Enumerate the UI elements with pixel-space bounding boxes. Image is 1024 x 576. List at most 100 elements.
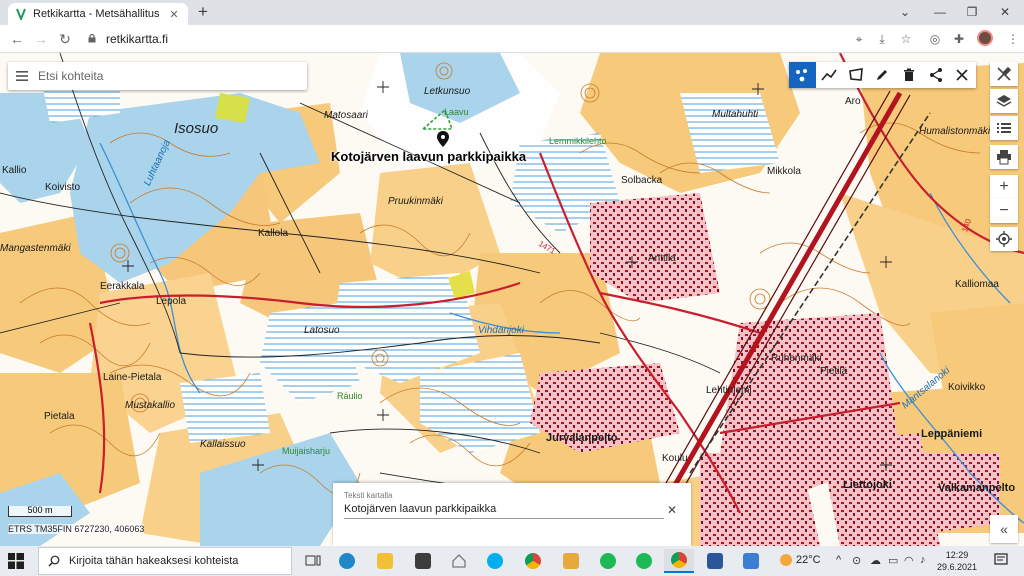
tools-icon bbox=[997, 66, 1012, 81]
place-label: Mangastenmäki bbox=[0, 243, 71, 254]
delete-tool[interactable] bbox=[896, 62, 923, 88]
volume-icon[interactable]: ♪ bbox=[920, 554, 926, 566]
place-label: Aro bbox=[845, 96, 861, 107]
cloud-icon[interactable]: ☁ bbox=[870, 554, 881, 567]
edit-tool[interactable] bbox=[869, 62, 896, 88]
place-label: Jurvalanpelto bbox=[546, 432, 618, 444]
close-icon[interactable]: ✕ bbox=[667, 503, 677, 517]
pencil-icon bbox=[877, 70, 888, 80]
edge-browser-icon[interactable] bbox=[332, 549, 362, 573]
task-view-icon[interactable] bbox=[298, 549, 328, 573]
close-icon bbox=[956, 69, 969, 81]
system-clock[interactable]: 12:29 29.6.2021 bbox=[932, 549, 982, 573]
search-icon bbox=[48, 555, 60, 567]
place-label: Lemmikkilehto bbox=[549, 136, 607, 146]
taskbar-search-text: Kirjoita tähän hakeaksesi kohteista bbox=[69, 555, 239, 567]
word-icon[interactable] bbox=[700, 549, 730, 573]
network-icon[interactable]: ⊙ bbox=[852, 554, 861, 567]
crosshair-icon bbox=[996, 231, 1012, 247]
zoom-out-button[interactable]: − bbox=[990, 199, 1018, 223]
hamburger-menu-icon[interactable] bbox=[15, 69, 29, 83]
place-label: Kallola bbox=[258, 228, 289, 239]
close-drawing-button[interactable] bbox=[949, 62, 976, 88]
draw-point-tool[interactable] bbox=[789, 62, 816, 88]
place-label: Humalistonmäki bbox=[919, 126, 991, 137]
place-label: Lepola bbox=[156, 296, 187, 307]
layers-button[interactable] bbox=[990, 89, 1018, 113]
tab-search-icon[interactable]: ⌄ bbox=[893, 3, 917, 21]
coordinates-readout: ETRS TM35FIN 6727230, 406063 bbox=[8, 524, 145, 534]
map-search-input[interactable] bbox=[38, 67, 298, 85]
chrome-icon[interactable] bbox=[518, 549, 548, 573]
place-label: Koivisto bbox=[45, 182, 81, 193]
windows-start-icon[interactable] bbox=[8, 553, 24, 569]
close-window-button[interactable]: ✕ bbox=[993, 3, 1017, 21]
legend-button[interactable] bbox=[990, 116, 1018, 140]
place-label: Matosaari bbox=[324, 110, 368, 121]
tools-button[interactable] bbox=[990, 62, 1018, 86]
points-icon bbox=[796, 69, 808, 82]
chrome-active-icon[interactable] bbox=[664, 549, 694, 573]
share-icon bbox=[929, 68, 942, 82]
spotify-secondary-icon[interactable] bbox=[629, 549, 659, 573]
zoom-in-button[interactable]: + bbox=[990, 175, 1018, 199]
layers-icon bbox=[996, 95, 1012, 107]
forward-arrow-icon[interactable]: → bbox=[32, 30, 50, 48]
wifi-icon[interactable]: ◠ bbox=[904, 554, 914, 567]
draw-area-tool[interactable] bbox=[842, 62, 869, 88]
clock-date: 29.6.2021 bbox=[936, 562, 978, 572]
place-label: Leppäniemi bbox=[921, 428, 983, 440]
minimize-window-button[interactable]: — bbox=[928, 3, 952, 21]
battery-icon[interactable]: ▭ bbox=[888, 554, 898, 567]
tab-close-icon[interactable]: ✕ bbox=[166, 8, 182, 21]
reload-icon[interactable]: ↻ bbox=[56, 30, 74, 48]
system-app-icon[interactable] bbox=[736, 549, 766, 573]
print-button[interactable] bbox=[990, 145, 1018, 169]
locate-me-button[interactable] bbox=[990, 227, 1018, 251]
skype-icon[interactable] bbox=[480, 549, 510, 573]
temperature-label: 22°C bbox=[796, 554, 821, 566]
map-base-layer bbox=[0, 53, 1024, 546]
weather-widget[interactable]: 22°C bbox=[780, 554, 821, 566]
windows-taskbar: Kirjoita tähän hakeaksesi kohteista 22°C… bbox=[0, 546, 1024, 576]
share-tool[interactable] bbox=[922, 62, 949, 88]
polyline-icon bbox=[821, 69, 837, 81]
notes-app-icon[interactable] bbox=[556, 549, 586, 573]
place-label: Pietala bbox=[44, 411, 75, 422]
draw-line-tool[interactable] bbox=[816, 62, 843, 88]
collapse-panel-button[interactable]: « bbox=[990, 515, 1018, 543]
bookmark-star-icon[interactable]: ☆ bbox=[897, 30, 915, 48]
taskbar-search-box[interactable]: Kirjoita tähän hakeaksesi kohteista bbox=[38, 547, 292, 575]
place-label: Koivikko bbox=[948, 382, 986, 393]
place-label: Solbacka bbox=[621, 175, 663, 186]
restore-window-button[interactable]: ❐ bbox=[960, 3, 984, 21]
place-label: Anttila bbox=[648, 253, 676, 264]
store-icon[interactable] bbox=[408, 549, 438, 573]
notifications-icon[interactable] bbox=[994, 553, 1008, 567]
profile-avatar[interactable] bbox=[977, 30, 993, 46]
extension-circle-icon[interactable]: ◎ bbox=[926, 30, 944, 48]
address-bar[interactable]: retkikartta.fi bbox=[80, 28, 920, 50]
spotify-icon[interactable] bbox=[593, 549, 623, 573]
url-text: retkikartta.fi bbox=[106, 32, 169, 46]
install-app-icon[interactable]: ⤓ bbox=[873, 30, 891, 48]
new-tab-button[interactable]: + bbox=[194, 3, 212, 21]
show-hidden-icons-icon[interactable]: ^ bbox=[836, 554, 841, 566]
metsahallitus-favicon-icon bbox=[16, 8, 26, 20]
browser-toolbar: ← → ↻ retkikartta.fi ⌖ ⤓ ☆ ◎ ✚ ⋮ bbox=[0, 25, 1024, 53]
polygon-icon bbox=[848, 68, 863, 81]
home-icon[interactable] bbox=[444, 549, 474, 573]
place-label: Kallaissuo bbox=[200, 439, 246, 450]
place-label: Lehtiniemi bbox=[706, 385, 752, 396]
file-explorer-icon[interactable] bbox=[370, 549, 400, 573]
topographic-map[interactable]: Isosuo Letkunsuo Matosaari Laavu Lemmikk… bbox=[0, 53, 1024, 546]
browser-tab[interactable]: Retkikartta - Metsähallitus ✕ bbox=[8, 3, 188, 25]
back-arrow-icon[interactable]: ← bbox=[8, 30, 26, 48]
chrome-menu-icon[interactable]: ⋮ bbox=[1004, 30, 1022, 48]
map-text-input[interactable]: Kotojärven laavun parkkipaikka bbox=[344, 503, 664, 519]
list-icon bbox=[997, 123, 1011, 133]
location-pin-icon[interactable]: ⌖ bbox=[850, 30, 868, 48]
place-label: Isosuo bbox=[174, 120, 219, 137]
place-label: Laine-Pietala bbox=[103, 372, 162, 383]
extensions-puzzle-icon[interactable]: ✚ bbox=[950, 30, 968, 48]
